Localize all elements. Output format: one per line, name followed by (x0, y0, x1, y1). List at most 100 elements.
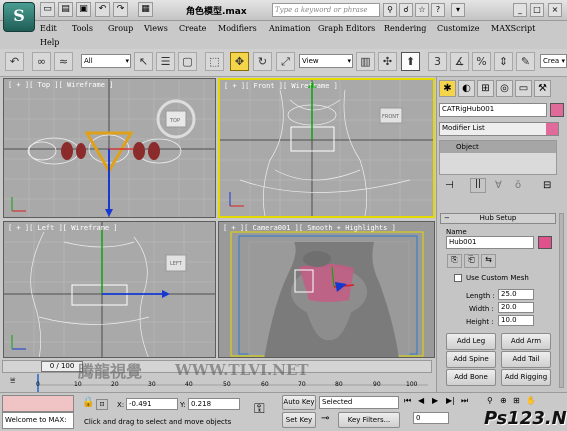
select-and-move-icon[interactable]: ✥ (230, 52, 249, 71)
motion-tab-icon[interactable]: ◎ (496, 80, 513, 97)
prev-frame-icon[interactable]: ◀ (418, 396, 424, 405)
display-tab-icon[interactable]: ▭ (515, 80, 532, 97)
set-key-icon[interactable]: ⊸ (321, 413, 329, 424)
length-spinner[interactable]: 25.0 (498, 289, 534, 300)
select-manipulate-icon[interactable]: ✣ (378, 52, 397, 71)
pin-stack-icon[interactable]: ⊣ (445, 180, 454, 191)
new-file-icon[interactable]: ▭ (40, 2, 55, 17)
angle-snap-icon[interactable]: ∡ (450, 52, 469, 71)
close-button[interactable]: × (548, 3, 562, 17)
menu-animation[interactable]: Animation (269, 24, 311, 33)
project-folder-icon[interactable]: ▦ (138, 2, 153, 17)
zoom-all-icon[interactable]: ⊕ (500, 396, 507, 405)
key-icon[interactable]: ⚿ (254, 401, 265, 417)
object-color-swatch[interactable] (550, 103, 564, 117)
remove-modifier-icon[interactable]: ō (515, 180, 521, 191)
link-icon[interactable]: ∞ (32, 52, 51, 71)
open-file-icon[interactable]: ▤ (58, 2, 73, 17)
modifier-dropdown-arrow-icon[interactable] (546, 123, 558, 135)
maxscript-listener-top[interactable] (2, 395, 74, 412)
percent-snap-icon[interactable]: % (472, 52, 491, 71)
hub-color-swatch[interactable] (538, 236, 552, 249)
paste-mirror-icon[interactable]: ⇆ (481, 254, 496, 268)
rect-selection-icon[interactable]: ▢ (178, 52, 197, 71)
add-bone-button[interactable]: Add Bone (446, 369, 496, 386)
select-and-rotate-icon[interactable]: ↻ (253, 52, 272, 71)
select-and-scale-icon[interactable]: ⤢ (276, 52, 295, 71)
undo-toolbar-icon[interactable]: ↶ (5, 52, 24, 71)
add-tail-button[interactable]: Add Tail (501, 351, 551, 368)
redo-icon[interactable]: ↷ (113, 2, 128, 17)
viewport-front[interactable]: [ + ][ Front ][ Wireframe ] FRONT (218, 78, 435, 218)
menu-modifiers[interactable]: Modifiers (218, 24, 257, 33)
current-frame-field[interactable]: 0 (413, 412, 449, 424)
menu-create[interactable]: Create (179, 24, 206, 33)
favorites-icon[interactable]: ☆ (415, 3, 429, 17)
named-selection-set-dropdown[interactable]: Crea (540, 54, 567, 68)
stack-item-object[interactable]: Object (440, 141, 556, 153)
maximize-button[interactable]: □ (530, 3, 544, 17)
make-unique-icon[interactable]: ∀ (495, 180, 502, 191)
binoculars-icon[interactable]: ⚲ (383, 3, 397, 17)
edit-named-selection-icon[interactable]: ✎ (516, 52, 535, 71)
modify-tab-icon[interactable]: ◐ (458, 80, 475, 97)
maxscript-listener-input[interactable]: Welcome to MAX: (2, 412, 74, 429)
height-spinner[interactable]: 10.0 (498, 315, 534, 326)
utilities-tab-icon[interactable]: ⚒ (534, 80, 551, 97)
absolute-mode-icon[interactable]: ⊡ (96, 399, 108, 410)
key-filters-button[interactable]: Key Filters... (338, 412, 400, 428)
add-leg-button[interactable]: Add Leg (446, 333, 496, 350)
play-icon[interactable]: ▶ (432, 396, 438, 405)
hub-name-field[interactable]: Hub001 (446, 236, 534, 249)
key-set-dropdown[interactable]: Selected (319, 396, 399, 409)
add-arm-button[interactable]: Add Arm (501, 333, 551, 350)
save-file-icon[interactable]: ▣ (76, 2, 91, 17)
snaps-toggle-icon[interactable]: 3 (428, 52, 447, 71)
add-rigging-button[interactable]: Add Rigging (501, 369, 551, 386)
menu-tools[interactable]: Tools (72, 24, 93, 33)
pivot-center-icon[interactable]: ▥ (356, 52, 375, 71)
create-tab-icon[interactable]: ✱ (439, 80, 456, 97)
menu-rendering[interactable]: Rendering (384, 24, 426, 33)
y-coordinate-field[interactable]: 0.218 (188, 398, 240, 410)
minimize-button[interactable]: _ (513, 3, 527, 17)
command-panel-scrollbar[interactable] (559, 213, 564, 388)
viewport-left[interactable]: [ + ][ Left ][ Wireframe ] LEFT (3, 221, 216, 358)
menu-graph-editors[interactable]: Graph Editors (318, 24, 375, 33)
zoom-extents-icon[interactable]: ⊞ (513, 396, 520, 405)
menu-help[interactable]: Help (40, 38, 59, 47)
auto-key-button[interactable]: Auto Key (282, 395, 316, 410)
viewport-top[interactable]: [ + ][ Top ][ Wireframe ] TOP (3, 78, 216, 218)
next-frame-icon[interactable]: ▶| (446, 396, 455, 405)
add-spine-button[interactable]: Add Spine (446, 351, 496, 368)
zoom-icon[interactable]: ⚲ (487, 396, 493, 405)
window-crossing-icon[interactable]: ⬚ (205, 52, 224, 71)
pan-icon[interactable]: ✋ (526, 396, 536, 405)
menu-edit[interactable]: Edit (40, 24, 57, 33)
configure-sets-icon[interactable]: ⊟ (543, 180, 551, 191)
object-name-field[interactable]: CATRigHub001 (439, 103, 547, 117)
width-spinner[interactable]: 20.0 (498, 302, 534, 313)
goto-start-icon[interactable]: ⏮ (404, 396, 411, 406)
copy-icon[interactable]: ⎘ (447, 254, 462, 268)
hierarchy-tab-icon[interactable]: ⊞ (477, 80, 494, 97)
menu-customize[interactable]: Customize (437, 24, 480, 33)
help-dropdown-icon[interactable]: ▾ (451, 3, 465, 17)
menu-maxscript[interactable]: MAXScript (491, 24, 535, 33)
undo-icon[interactable]: ↶ (95, 2, 110, 17)
app-logo-button[interactable]: S (3, 2, 35, 32)
paste-icon[interactable]: ⎗ (464, 254, 479, 268)
select-by-name-icon[interactable]: ☰ (156, 52, 175, 71)
x-coordinate-field[interactable]: -0.491 (126, 398, 178, 410)
use-custom-mesh-checkbox[interactable] (454, 274, 462, 282)
info-center-icon[interactable]: ☌ (399, 3, 413, 17)
viewport-camera[interactable]: [ + ][ Camera001 ][ Smooth + Highlights … (218, 221, 435, 358)
search-input[interactable]: Type a keyword or phrase (272, 3, 380, 17)
help-icon[interactable]: ? (431, 3, 445, 17)
show-end-result-icon[interactable]: || (470, 178, 486, 193)
modifier-list-dropdown[interactable]: Modifier List (439, 122, 559, 136)
menu-group[interactable]: Group (108, 24, 133, 33)
select-object-icon[interactable]: ↖ (134, 52, 153, 71)
hub-setup-rollout[interactable]: − Hub Setup (440, 213, 556, 224)
unlink-icon[interactable]: ≈ (54, 52, 73, 71)
